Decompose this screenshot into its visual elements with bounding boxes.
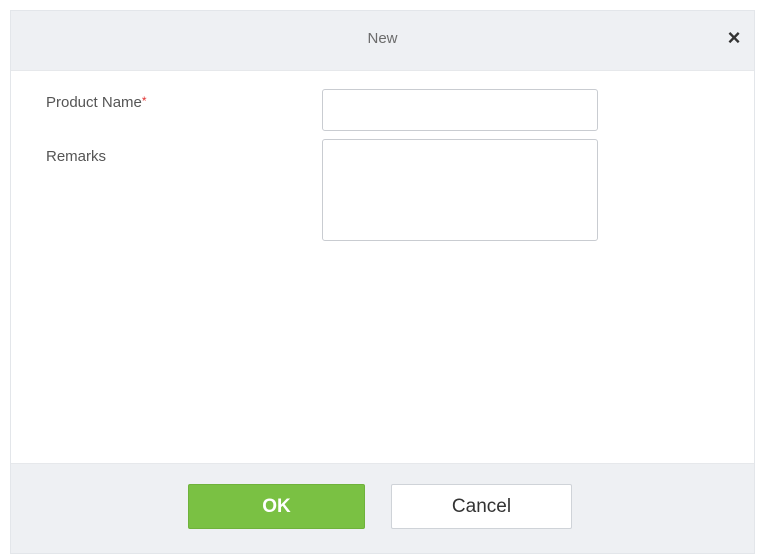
- dialog-footer: OK Cancel: [11, 463, 754, 553]
- product-name-input[interactable]: [322, 89, 598, 131]
- new-dialog: New × Product Name* Remarks OK Cancel: [10, 10, 755, 554]
- remarks-textarea[interactable]: [322, 139, 598, 241]
- dialog-title: New: [367, 30, 398, 47]
- dialog-header: New ×: [11, 11, 754, 71]
- close-icon[interactable]: ×: [722, 26, 746, 50]
- ok-button[interactable]: OK: [188, 484, 365, 529]
- required-marker: *: [141, 94, 147, 108]
- product-name-label: Product Name*: [46, 94, 147, 111]
- cancel-button[interactable]: Cancel: [391, 484, 572, 529]
- product-name-label-text: Product Name: [46, 94, 142, 111]
- remarks-label: Remarks: [46, 148, 107, 165]
